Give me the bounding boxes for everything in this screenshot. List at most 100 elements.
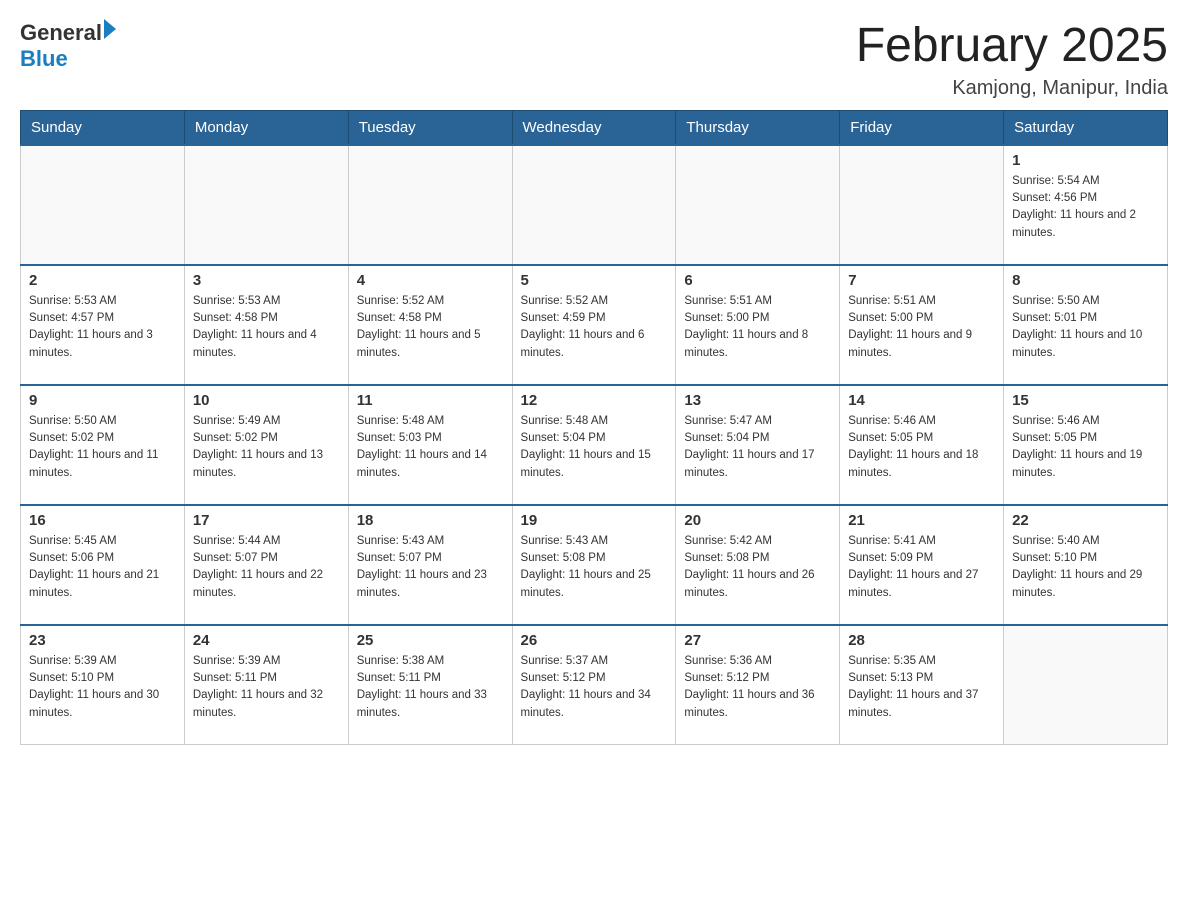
calendar-cell: 22Sunrise: 5:40 AM Sunset: 5:10 PM Dayli… bbox=[1004, 505, 1168, 625]
day-info: Sunrise: 5:51 AM Sunset: 5:00 PM Dayligh… bbox=[848, 293, 995, 362]
logo: General Blue bbox=[20, 20, 116, 72]
calendar-cell: 18 Sunrise: 5:43 AM Sunset: 5:07 PM Dayli… bbox=[348, 505, 512, 625]
calendar-cell: 17Sunrise: 5:44 AM Sunset: 5:07 PM Dayli… bbox=[184, 505, 348, 625]
calendar-cell: 9 Sunrise: 5:50 AM Sunset: 5:02 PM Daylig… bbox=[21, 385, 185, 505]
calendar-cell bbox=[512, 145, 676, 265]
calendar-cell: 26Sunrise: 5:37 AM Sunset: 5:12 PM Dayli… bbox=[512, 625, 676, 745]
calendar-cell: 13Sunrise: 5:47 AM Sunset: 5:04 PM Dayli… bbox=[676, 385, 840, 505]
calendar-week-row: 2Sunrise: 5:53 AM Sunset: 4:57 PM Daylig… bbox=[21, 265, 1168, 385]
calendar-week-row: 1 Sunrise: 5:54 AM Sunset: 4:56 PM Daylig… bbox=[21, 145, 1168, 265]
day-info: Sunrise: 5:48 AM Sunset: 5:03 PM Dayligh… bbox=[357, 413, 504, 482]
day-number: 4 bbox=[357, 272, 504, 289]
day-info: Sunrise: 5:53 AM Sunset: 4:57 PM Dayligh… bbox=[29, 293, 176, 362]
day-info: Sunrise: 5:39 AM Sunset: 5:11 PM Dayligh… bbox=[193, 653, 340, 722]
day-number: 5 bbox=[521, 272, 668, 289]
calendar-cell: 5 Sunrise: 5:52 AM Sunset: 4:59 PM Daylig… bbox=[512, 265, 676, 385]
calendar-table: SundayMondayTuesdayWednesdayThursdayFrid… bbox=[20, 110, 1168, 746]
day-number: 6 bbox=[684, 272, 831, 289]
logo-arrow-icon bbox=[104, 19, 116, 39]
calendar-cell: 21Sunrise: 5:41 AM Sunset: 5:09 PM Dayli… bbox=[840, 505, 1004, 625]
calendar-cell: 27 Sunrise: 5:36 AM Sunset: 5:12 PM Dayli… bbox=[676, 625, 840, 745]
calendar-cell bbox=[184, 145, 348, 265]
calendar-cell bbox=[840, 145, 1004, 265]
day-number: 10 bbox=[193, 392, 340, 409]
calendar-cell bbox=[348, 145, 512, 265]
weekday-header-monday: Monday bbox=[184, 110, 348, 145]
day-info: Sunrise: 5:47 AM Sunset: 5:04 PM Dayligh… bbox=[684, 413, 831, 482]
logo-blue-text: Blue bbox=[20, 46, 116, 72]
calendar-cell bbox=[676, 145, 840, 265]
day-info: Sunrise: 5:42 AM Sunset: 5:08 PM Dayligh… bbox=[684, 533, 831, 602]
calendar-week-row: 16Sunrise: 5:45 AM Sunset: 5:06 PM Dayli… bbox=[21, 505, 1168, 625]
day-number: 3 bbox=[193, 272, 340, 289]
day-info: Sunrise: 5:43 AM Sunset: 5:08 PM Dayligh… bbox=[521, 533, 668, 602]
month-title: February 2025 bbox=[856, 20, 1168, 73]
day-info: Sunrise: 5:53 AM Sunset: 4:58 PM Dayligh… bbox=[193, 293, 340, 362]
page-header: General Blue February 2025 Kamjong, Mani… bbox=[20, 20, 1168, 100]
day-number: 21 bbox=[848, 512, 995, 529]
day-info: Sunrise: 5:52 AM Sunset: 4:58 PM Dayligh… bbox=[357, 293, 504, 362]
calendar-cell: 8 Sunrise: 5:50 AM Sunset: 5:01 PM Daylig… bbox=[1004, 265, 1168, 385]
day-info: Sunrise: 5:49 AM Sunset: 5:02 PM Dayligh… bbox=[193, 413, 340, 482]
logo-general-text: General bbox=[20, 20, 102, 46]
day-info: Sunrise: 5:50 AM Sunset: 5:02 PM Dayligh… bbox=[29, 413, 176, 482]
calendar-cell: 24 Sunrise: 5:39 AM Sunset: 5:11 PM Dayli… bbox=[184, 625, 348, 745]
day-number: 24 bbox=[193, 632, 340, 649]
day-info: Sunrise: 5:45 AM Sunset: 5:06 PM Dayligh… bbox=[29, 533, 176, 602]
day-number: 27 bbox=[684, 632, 831, 649]
day-number: 7 bbox=[848, 272, 995, 289]
day-info: Sunrise: 5:54 AM Sunset: 4:56 PM Dayligh… bbox=[1012, 173, 1159, 242]
day-number: 25 bbox=[357, 632, 504, 649]
weekday-header-saturday: Saturday bbox=[1004, 110, 1168, 145]
day-info: Sunrise: 5:35 AM Sunset: 5:13 PM Dayligh… bbox=[848, 653, 995, 722]
calendar-cell: 14 Sunrise: 5:46 AM Sunset: 5:05 PM Dayli… bbox=[840, 385, 1004, 505]
day-number: 19 bbox=[521, 512, 668, 529]
day-number: 26 bbox=[521, 632, 668, 649]
location-title: Kamjong, Manipur, India bbox=[856, 77, 1168, 100]
calendar-cell: 12 Sunrise: 5:48 AM Sunset: 5:04 PM Dayli… bbox=[512, 385, 676, 505]
calendar-cell: 3 Sunrise: 5:53 AM Sunset: 4:58 PM Daylig… bbox=[184, 265, 348, 385]
calendar-cell: 7 Sunrise: 5:51 AM Sunset: 5:00 PM Daylig… bbox=[840, 265, 1004, 385]
day-number: 18 bbox=[357, 512, 504, 529]
calendar-week-row: 9 Sunrise: 5:50 AM Sunset: 5:02 PM Daylig… bbox=[21, 385, 1168, 505]
calendar-cell: 1 Sunrise: 5:54 AM Sunset: 4:56 PM Daylig… bbox=[1004, 145, 1168, 265]
day-info: Sunrise: 5:52 AM Sunset: 4:59 PM Dayligh… bbox=[521, 293, 668, 362]
day-info: Sunrise: 5:48 AM Sunset: 5:04 PM Dayligh… bbox=[521, 413, 668, 482]
weekday-header-row: SundayMondayTuesdayWednesdayThursdayFrid… bbox=[21, 110, 1168, 145]
calendar-cell: 2Sunrise: 5:53 AM Sunset: 4:57 PM Daylig… bbox=[21, 265, 185, 385]
weekday-header-tuesday: Tuesday bbox=[348, 110, 512, 145]
calendar-cell: 4 Sunrise: 5:52 AM Sunset: 4:58 PM Daylig… bbox=[348, 265, 512, 385]
day-info: Sunrise: 5:46 AM Sunset: 5:05 PM Dayligh… bbox=[1012, 413, 1159, 482]
calendar-cell bbox=[21, 145, 185, 265]
calendar-cell: 20 Sunrise: 5:42 AM Sunset: 5:08 PM Dayli… bbox=[676, 505, 840, 625]
day-info: Sunrise: 5:51 AM Sunset: 5:00 PM Dayligh… bbox=[684, 293, 831, 362]
day-number: 11 bbox=[357, 392, 504, 409]
day-number: 8 bbox=[1012, 272, 1159, 289]
day-number: 15 bbox=[1012, 392, 1159, 409]
calendar-cell: 6 Sunrise: 5:51 AM Sunset: 5:00 PM Daylig… bbox=[676, 265, 840, 385]
day-number: 1 bbox=[1012, 152, 1159, 169]
day-info: Sunrise: 5:46 AM Sunset: 5:05 PM Dayligh… bbox=[848, 413, 995, 482]
calendar-cell bbox=[1004, 625, 1168, 745]
title-section: February 2025 Kamjong, Manipur, India bbox=[856, 20, 1168, 100]
day-number: 9 bbox=[29, 392, 176, 409]
calendar-week-row: 23Sunrise: 5:39 AM Sunset: 5:10 PM Dayli… bbox=[21, 625, 1168, 745]
calendar-cell: 10 Sunrise: 5:49 AM Sunset: 5:02 PM Dayli… bbox=[184, 385, 348, 505]
day-info: Sunrise: 5:43 AM Sunset: 5:07 PM Dayligh… bbox=[357, 533, 504, 602]
day-info: Sunrise: 5:50 AM Sunset: 5:01 PM Dayligh… bbox=[1012, 293, 1159, 362]
day-number: 14 bbox=[848, 392, 995, 409]
day-info: Sunrise: 5:38 AM Sunset: 5:11 PM Dayligh… bbox=[357, 653, 504, 722]
weekday-header-friday: Friday bbox=[840, 110, 1004, 145]
day-info: Sunrise: 5:40 AM Sunset: 5:10 PM Dayligh… bbox=[1012, 533, 1159, 602]
day-number: 20 bbox=[684, 512, 831, 529]
day-number: 12 bbox=[521, 392, 668, 409]
calendar-cell: 16Sunrise: 5:45 AM Sunset: 5:06 PM Dayli… bbox=[21, 505, 185, 625]
weekday-header-wednesday: Wednesday bbox=[512, 110, 676, 145]
calendar-cell: 25 Sunrise: 5:38 AM Sunset: 5:11 PM Dayli… bbox=[348, 625, 512, 745]
weekday-header-sunday: Sunday bbox=[21, 110, 185, 145]
day-info: Sunrise: 5:39 AM Sunset: 5:10 PM Dayligh… bbox=[29, 653, 176, 722]
day-number: 28 bbox=[848, 632, 995, 649]
day-info: Sunrise: 5:36 AM Sunset: 5:12 PM Dayligh… bbox=[684, 653, 831, 722]
calendar-cell: 11 Sunrise: 5:48 AM Sunset: 5:03 PM Dayli… bbox=[348, 385, 512, 505]
calendar-cell: 23Sunrise: 5:39 AM Sunset: 5:10 PM Dayli… bbox=[21, 625, 185, 745]
